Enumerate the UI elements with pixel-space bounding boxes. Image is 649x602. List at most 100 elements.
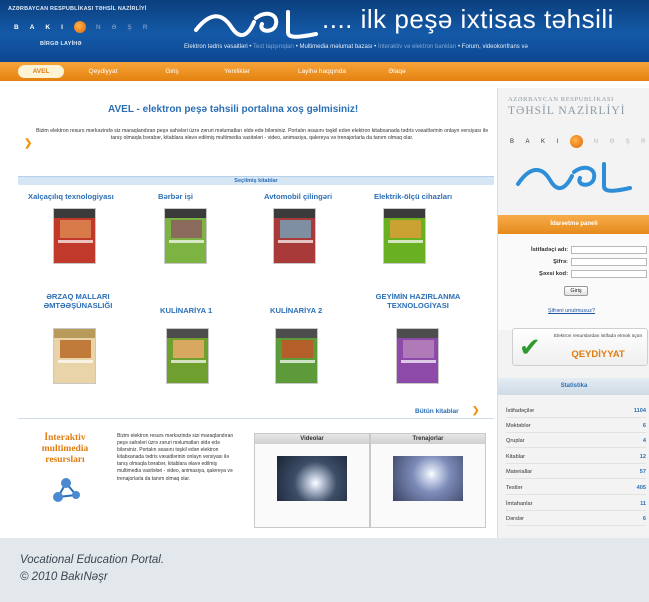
- title-line: GEYİMİN HAZIRLANMA: [375, 292, 461, 301]
- header-link[interactable]: • Multimedia məlumat bazası •: [296, 44, 377, 50]
- book-cover[interactable]: [275, 328, 318, 384]
- stat-row: Testlər 405: [506, 485, 646, 495]
- book-title[interactable]: Elektrik-ölçü cihazları: [374, 192, 452, 201]
- book-cover[interactable]: [164, 208, 207, 264]
- selected-books-label: Seçilmiş kitablar: [234, 178, 278, 184]
- caption-line: © 2010 BakıNəşr: [20, 571, 108, 583]
- trainers-box[interactable]: Trenajorlar: [370, 433, 486, 528]
- right-sidebar: AZƏRBAYCAN RESPUBLİKASI TƏHSİL NAZİRLİYİ…: [497, 88, 649, 538]
- divider: [18, 418, 494, 419]
- header-link[interactable]: İnteraktiv və elektron bankları: [376, 44, 458, 50]
- joint-project-label: BİRGƏ LAYİHƏ: [40, 41, 82, 47]
- logo-letter: K: [541, 138, 546, 145]
- stat-value: 11: [640, 501, 646, 507]
- username-input[interactable]: [571, 246, 647, 254]
- nav-item-avel[interactable]: AVEL: [18, 65, 64, 78]
- ministry-banner[interactable]: AZƏRBAYCAN RESPUBLİKASI TƏHSİL NAZİRLİYİ: [508, 96, 648, 117]
- all-books-link[interactable]: Bütün kitablar: [415, 408, 459, 415]
- forgot-password-link[interactable]: Şifrəni unutmusuz?: [548, 308, 595, 314]
- title-line: TEXNOLOGİYASI: [387, 301, 449, 310]
- stat-row: İmtahanlar 11: [506, 501, 646, 511]
- stat-row: Qruplar 4: [506, 438, 646, 448]
- register-note: Elektron resurslardan istifadə etmək üçü…: [553, 334, 643, 339]
- book-cover[interactable]: [396, 328, 439, 384]
- selected-books-bar: Seçilmiş kitablar: [18, 176, 494, 185]
- book-title[interactable]: GEYİMİN HAZIRLANMA TEXNOLOGİYASI: [366, 292, 470, 310]
- book-cover[interactable]: [53, 328, 96, 384]
- stat-label: İstifadəçilər: [506, 408, 535, 414]
- stat-value: 405: [636, 485, 646, 491]
- nav-item-login[interactable]: Giriş: [142, 65, 202, 78]
- avel-logo-icon[interactable]: [192, 8, 320, 42]
- book-cover[interactable]: [273, 208, 316, 264]
- nav-item-about[interactable]: Layihə haqqında: [272, 65, 372, 78]
- nav-item-contact[interactable]: Əlaqə: [372, 65, 422, 78]
- stat-label: Qruplar: [506, 438, 525, 444]
- stat-value: 4: [642, 438, 646, 444]
- caption-line: Vocational Education Portal.: [20, 554, 165, 566]
- logo-letter: B: [510, 138, 515, 145]
- code-label: Şəxsi kod:: [539, 271, 568, 277]
- stat-label: Dərslər: [506, 516, 525, 522]
- trainers-heading: Trenajorlar: [371, 434, 485, 444]
- molecule-icon: [53, 478, 80, 502]
- stat-label: Məktəblər: [506, 423, 531, 429]
- book-title[interactable]: ƏRZAQ MALLARI ƏMTƏƏŞÜNASLIĞI: [40, 292, 116, 310]
- logo-letter: A: [525, 138, 531, 145]
- book-cover[interactable]: [166, 328, 209, 384]
- login-button[interactable]: Giriş: [564, 286, 588, 296]
- username-row: İstifadəçi adı:: [502, 246, 647, 254]
- trainer-thumbnail[interactable]: [393, 456, 463, 501]
- baki-nesr-logo[interactable]: B A K I N Ə Ş R: [14, 21, 148, 33]
- site-title: .... ilk peşə ixtisas təhsili: [322, 4, 614, 34]
- book-title[interactable]: Bərbər işi: [158, 192, 193, 201]
- checkmark-icon: ✔: [519, 332, 541, 362]
- stat-value: 6: [642, 423, 646, 429]
- register-label: QEYDİYYAT: [571, 349, 625, 360]
- header-links[interactable]: Elektron tədris vəsaitləri • Test tapşır…: [184, 44, 528, 50]
- screenshot: AZƏRBAYCAN RESPUBLİKASI TƏHSİL NAZİRLİYİ…: [0, 0, 649, 538]
- logo-letter: I: [556, 138, 559, 145]
- logo-letter: Ş: [625, 138, 631, 145]
- interactive-resources-text: Bizim elektron resurs mərkəzində sizi ma…: [117, 433, 234, 482]
- welcome-heading: AVEL - elektron peşə təhsili portalına x…: [108, 104, 359, 115]
- main-nav: AVEL Qeydiyyat Giriş Yeniliklər Layihə h…: [0, 62, 649, 81]
- logo-letter: A: [29, 23, 36, 31]
- ministry-line: AZƏRBAYCAN RESPUBLİKASI: [508, 96, 614, 103]
- book-title[interactable]: KULİNARİYA 2: [270, 306, 322, 315]
- book-title[interactable]: KULİNARİYA 1: [160, 306, 212, 315]
- videos-box[interactable]: Videolar: [254, 433, 370, 528]
- nav-item-register[interactable]: Qeydiyyat: [64, 65, 142, 78]
- password-label: Şifrə:: [553, 259, 568, 265]
- logo-letter: N: [593, 138, 599, 145]
- logo-letter: Ş: [127, 23, 133, 31]
- logo-letter: B: [14, 23, 20, 31]
- book-cover[interactable]: [53, 208, 96, 264]
- title-line: ƏRZAQ MALLARI: [46, 292, 110, 301]
- orange-dot-icon: [569, 135, 583, 148]
- title-line: ƏMTƏƏŞÜNASLIĞI: [43, 301, 113, 310]
- stat-value: 6: [642, 516, 646, 522]
- code-input[interactable]: [571, 270, 647, 278]
- header-link[interactable]: Elektron tədris vəsaitləri •: [184, 44, 251, 50]
- baki-nesr-logo[interactable]: B A K I N Ə Ş R: [510, 135, 646, 148]
- stat-row: Məktəblər 6: [506, 423, 646, 433]
- interactive-resources-title: İnteraktiv multimedia resursları: [41, 433, 89, 465]
- logo-letter: R: [641, 138, 646, 145]
- header-link[interactable]: • Forum, videokonfrans və: [458, 44, 528, 50]
- avel-logo-icon[interactable]: [514, 158, 634, 198]
- site-header: AZƏRBAYCAN RESPUBLİKASI TƏHSİL NAZİRLİYİ…: [0, 0, 649, 62]
- book-cover[interactable]: [383, 208, 426, 264]
- header-link[interactable]: Test tapşırıqları: [251, 44, 295, 50]
- book-title[interactable]: Avtomobil çilingəri: [264, 192, 332, 201]
- register-button[interactable]: ✔ Elektron resurslardan istifadə etmək ü…: [512, 328, 648, 366]
- arrow-right-icon: ❯: [472, 405, 480, 415]
- stat-row: Materiallar 57: [506, 469, 646, 479]
- figure-caption: Vocational Education Portal. © 2010 Bakı…: [20, 552, 164, 586]
- password-input[interactable]: [571, 258, 647, 266]
- username-label: İstifadəçi adı:: [530, 247, 568, 253]
- nav-item-news[interactable]: Yeniliklər: [202, 65, 272, 78]
- video-thumbnail[interactable]: [277, 456, 347, 501]
- intro-text: Bizim elektron resurs mərkəzində siz mar…: [36, 128, 488, 142]
- book-title[interactable]: Xalçaçılıq texnologiyası: [28, 192, 114, 201]
